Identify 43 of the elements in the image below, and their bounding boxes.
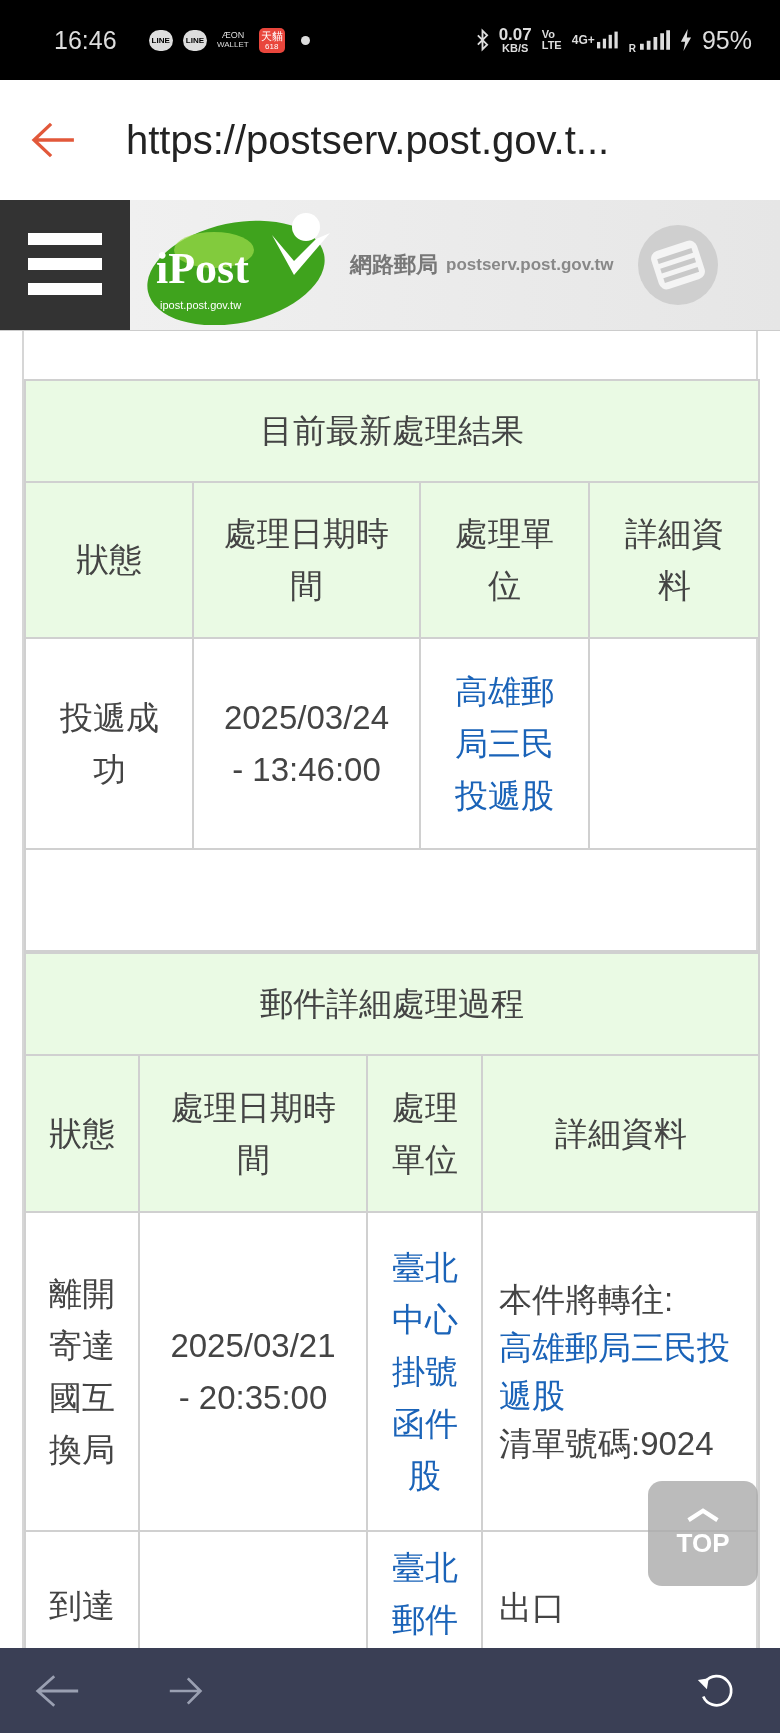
site-name: 網路郵局 xyxy=(350,250,438,279)
network-speed: 0.07 KB/S xyxy=(498,26,532,54)
more-dot-icon xyxy=(300,35,310,45)
column-header: 處理單位 xyxy=(367,1055,482,1212)
column-header: 處理日期時間 xyxy=(193,482,420,638)
chat-app-icon: LINE xyxy=(148,29,173,51)
chevron-up-icon xyxy=(686,1508,720,1522)
column-header: 詳細資料 xyxy=(482,1055,759,1212)
section-title: 目前最新處理結果 xyxy=(25,380,759,482)
chat-app-icon: LINE xyxy=(182,29,208,51)
menu-button[interactable] xyxy=(0,200,130,330)
column-header: 處理單位 xyxy=(420,482,589,638)
site-domain: postserv.post.gov.tw xyxy=(446,255,614,275)
list-number-text: 清單號碼:9024 xyxy=(499,1423,715,1464)
column-header: 狀態 xyxy=(25,482,193,638)
site-logo[interactable]: iPost ipost.post.gov.tw xyxy=(144,205,344,325)
menu-icon xyxy=(28,233,102,297)
charging-icon xyxy=(679,29,692,51)
table-cell: 投遞成功 xyxy=(25,638,193,849)
table-cell: 2025/03/24 - 13:46:00 xyxy=(193,638,420,849)
column-header: 處理日期時間 xyxy=(139,1055,367,1212)
detail-text: 本件將轉往: 高雄郵局三民投遞股 xyxy=(499,1275,742,1420)
page-url: https://postserv.post.gov.t... xyxy=(126,117,610,163)
wallet-app-icon: ÆON WALLET xyxy=(217,31,249,49)
signal-icon xyxy=(596,30,619,50)
clock-time: 16:46 xyxy=(54,25,117,55)
battery-level: 95% xyxy=(701,25,752,55)
table-cell: 2025/03/21 - 20:35:00 xyxy=(139,1212,367,1531)
network-type: 4G+ xyxy=(571,33,595,47)
volte-indicator: Vo LTE xyxy=(541,29,562,51)
signal-icon xyxy=(639,30,670,50)
destination-link[interactable]: 高雄郵局三民投遞股 xyxy=(499,1323,742,1420)
table-cell: 離開寄達國互換局 xyxy=(25,1212,139,1531)
bluetooth-icon xyxy=(475,28,489,52)
detail-text: 出口 xyxy=(499,1588,566,1628)
roaming-indicator: R xyxy=(628,43,636,54)
logo-domain: ipost.post.gov.tw xyxy=(160,299,242,311)
section-title: 郵件詳細處理過程 xyxy=(25,953,759,1055)
column-header: 狀態 xyxy=(25,1055,139,1212)
column-header: 詳細資料 xyxy=(589,482,759,638)
logo-text: iPost xyxy=(156,243,249,294)
shop-app-icon: 天貓 618 xyxy=(258,27,285,53)
back-arrow-icon[interactable] xyxy=(30,121,76,159)
